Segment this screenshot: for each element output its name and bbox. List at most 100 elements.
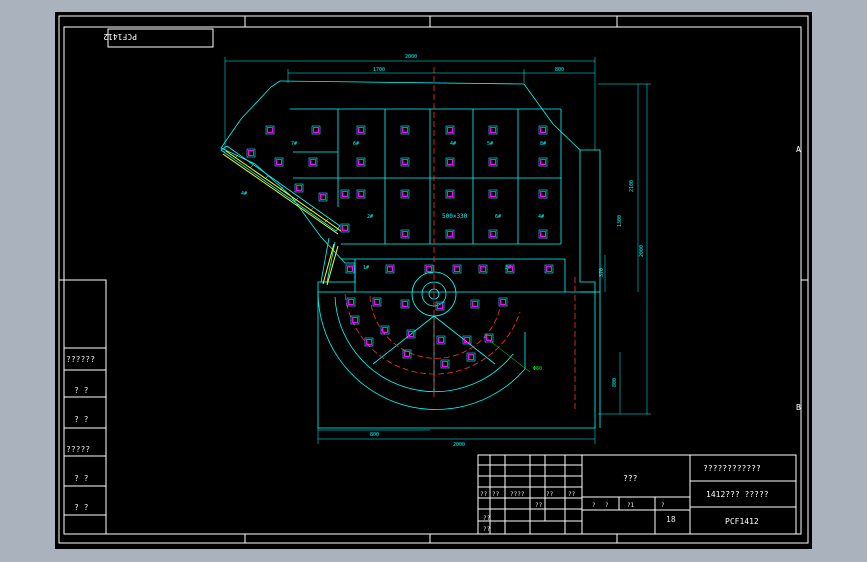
- bolt-hole: [402, 191, 408, 197]
- dim-top-right: 800: [555, 67, 564, 73]
- panel-label-8: 2#: [367, 214, 373, 220]
- bolt-hole: [447, 127, 453, 133]
- bolt-hole: [313, 127, 319, 133]
- bolt-hole: [490, 231, 496, 237]
- bolt-hole: [442, 361, 448, 367]
- panel-label-7: 4#: [538, 214, 544, 220]
- tb-r1-c2: ??: [492, 491, 500, 498]
- bolt-hole: [447, 159, 453, 165]
- title-code: PCF1412: [725, 517, 759, 526]
- bolt-hole: [358, 191, 364, 197]
- centre-label: 500×330: [442, 213, 468, 220]
- tb-bl-1: ??: [483, 515, 491, 522]
- panel-label-9: 1#: [363, 265, 369, 271]
- dim-right-5: 800: [612, 378, 618, 387]
- bolt-hole: [347, 266, 353, 272]
- bolt-hole: [438, 337, 444, 343]
- bolt-hole: [402, 301, 408, 307]
- left-row-2: ? ?: [74, 386, 89, 395]
- bolt-hole: [296, 185, 302, 191]
- bolt-hole: [310, 159, 316, 165]
- tb-r1-c5: ??: [568, 491, 576, 498]
- dim-top-body: 1700: [373, 67, 385, 73]
- bolt-holes: [246, 125, 554, 369]
- bolt-hole: [374, 299, 380, 305]
- bolt-hole: [402, 231, 408, 237]
- bolt-hole: [267, 127, 273, 133]
- dim-right-1: 2000: [639, 245, 645, 257]
- tb-bl-3: ??: [535, 502, 543, 509]
- side-text: 4#: [241, 191, 247, 197]
- bolt-hole: [342, 225, 348, 231]
- bolt-hole: [540, 191, 546, 197]
- dim-right-3: 1300: [617, 215, 623, 227]
- bolt-hole: [546, 266, 552, 272]
- tb-r2-c3: ?1: [627, 502, 635, 509]
- left-row-5: ? ?: [74, 474, 89, 483]
- left-row-6: ? ?: [74, 503, 89, 512]
- bolt-hole: [490, 159, 496, 165]
- bolt-hole: [540, 231, 546, 237]
- bolt-hole: [248, 150, 254, 156]
- bolt-hole: [320, 194, 326, 200]
- outer-frame: [58, 15, 809, 544]
- border-ticks: [59, 16, 808, 543]
- tb-bl-2: ??: [483, 526, 491, 533]
- dim-bottom-2: 2000: [453, 442, 465, 448]
- tb-r1-c1: ??: [480, 491, 488, 498]
- bolt-hole: [490, 127, 496, 133]
- bolt-hole: [387, 266, 393, 272]
- bolt-hole: [490, 191, 496, 197]
- bolt-hole: [358, 127, 364, 133]
- bolt-hole: [447, 191, 453, 197]
- tb-r2-c4: ?: [661, 502, 665, 509]
- left-revision-table: ?????? ? ? ? ? ????? ? ? ? ?: [63, 279, 107, 535]
- bolt-hole: [276, 159, 282, 165]
- liner-hatch: [222, 150, 342, 286]
- dim-right-4: 370: [599, 268, 605, 277]
- panel-label-3: 4#: [450, 141, 456, 147]
- bolt-hole: [468, 354, 474, 360]
- title-center: ???: [623, 474, 638, 483]
- bolt-hole: [426, 266, 432, 272]
- cad-viewport[interactable]: A B PCF1412 ?????? ? ? ? ? ????? ? ? ? ?: [55, 12, 812, 549]
- title-drawing-name: ????????????: [703, 464, 761, 473]
- tb-r1-c3: ????: [510, 491, 525, 498]
- panel-label-4: 5#: [487, 141, 493, 147]
- dimension-lines: [224, 57, 651, 444]
- tb-r2-c2: ?: [605, 502, 609, 509]
- zone-mark-a: A: [796, 145, 801, 154]
- bolt-hole: [540, 127, 546, 133]
- panel-label-2: 6#: [353, 141, 359, 147]
- tb-r1-c4: ??: [546, 491, 554, 498]
- left-row-3: ? ?: [74, 415, 89, 424]
- bolt-hole: [404, 351, 410, 357]
- panel-label-6: 6#: [495, 214, 501, 220]
- bolt-hole: [348, 299, 354, 305]
- left-row-1: ??????: [66, 355, 95, 364]
- title-sheet: 18: [666, 515, 676, 524]
- dim-top-overall: 2000: [405, 54, 417, 60]
- crusher-outline: [220, 80, 601, 429]
- panel-label-5: 8#: [540, 141, 546, 147]
- bolt-hole: [480, 266, 486, 272]
- bolt-hole: [472, 301, 478, 307]
- stamp-text: PCF1412: [103, 32, 137, 41]
- centerlines: [344, 67, 576, 412]
- left-row-4: ?????: [66, 445, 90, 454]
- bolt-hole: [402, 127, 408, 133]
- zone-mark-b: B: [796, 403, 801, 412]
- bolt-hole: [402, 159, 408, 165]
- bolt-hole: [500, 299, 506, 305]
- title-subtitle: 1412??? ?????: [706, 490, 769, 499]
- dim-bottom-1: 800: [370, 432, 379, 438]
- bolt-hole: [352, 317, 358, 323]
- leader-label: Φ60: [533, 366, 542, 372]
- bolt-hole: [454, 266, 460, 272]
- bolt-hole: [358, 159, 364, 165]
- drawing-canvas: A B PCF1412 ?????? ? ? ? ? ????? ? ? ? ?: [58, 15, 809, 544]
- bolt-hole: [540, 159, 546, 165]
- bolt-hole: [447, 231, 453, 237]
- bolt-hole: [486, 335, 492, 341]
- tb-r2-c1: ?: [592, 502, 596, 509]
